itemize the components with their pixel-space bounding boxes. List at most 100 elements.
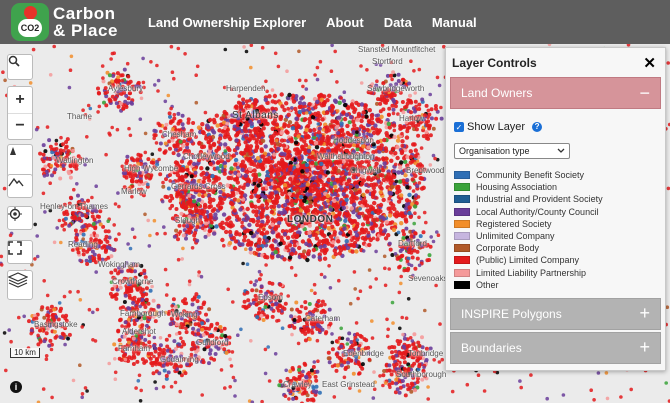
land-owner-point[interactable] bbox=[214, 113, 219, 118]
land-owner-point[interactable] bbox=[402, 355, 407, 360]
land-owner-point[interactable] bbox=[148, 356, 153, 361]
land-owner-point[interactable] bbox=[360, 366, 365, 371]
land-owner-point[interactable] bbox=[398, 165, 403, 170]
land-owner-point[interactable] bbox=[207, 361, 211, 366]
land-owner-point[interactable] bbox=[290, 202, 295, 208]
land-owner-point[interactable] bbox=[317, 324, 322, 329]
land-owner-point[interactable] bbox=[313, 374, 318, 379]
land-owner-point[interactable] bbox=[208, 161, 213, 167]
land-owner-point[interactable] bbox=[294, 300, 299, 305]
land-owner-point[interactable] bbox=[390, 350, 394, 355]
land-owner-point[interactable] bbox=[201, 130, 206, 136]
land-owner-point[interactable] bbox=[407, 192, 412, 198]
land-owner-point[interactable] bbox=[388, 191, 394, 196]
land-owner-point[interactable] bbox=[410, 255, 415, 260]
land-owner-point[interactable] bbox=[276, 204, 282, 209]
land-owner-point[interactable] bbox=[269, 166, 274, 171]
land-owner-point[interactable] bbox=[427, 112, 432, 117]
land-owner-point[interactable] bbox=[260, 154, 265, 159]
land-owner-point[interactable] bbox=[345, 337, 350, 342]
land-owner-point[interactable] bbox=[178, 364, 183, 369]
land-owner-point[interactable] bbox=[199, 166, 204, 171]
land-owner-point[interactable] bbox=[282, 306, 287, 311]
land-owner-point[interactable] bbox=[38, 151, 43, 156]
land-owner-point[interactable] bbox=[412, 142, 417, 147]
land-owner-point[interactable] bbox=[429, 107, 434, 112]
land-owner-point[interactable] bbox=[130, 178, 134, 183]
land-owner-point[interactable] bbox=[348, 115, 354, 120]
land-owner-point[interactable] bbox=[307, 230, 312, 235]
land-owner-point[interactable] bbox=[339, 344, 344, 349]
land-owner-point[interactable] bbox=[312, 183, 317, 189]
land-owner-point[interactable] bbox=[283, 301, 288, 306]
land-owner-point[interactable] bbox=[126, 74, 131, 79]
land-owner-point[interactable] bbox=[227, 229, 233, 235]
land-owner-point[interactable] bbox=[141, 56, 145, 61]
land-owner-point[interactable] bbox=[228, 220, 233, 225]
land-owner-point[interactable] bbox=[319, 179, 324, 185]
land-owner-point[interactable] bbox=[255, 315, 260, 320]
land-owner-point[interactable] bbox=[356, 160, 361, 166]
land-owner-point[interactable] bbox=[235, 146, 240, 151]
land-owner-point[interactable] bbox=[195, 238, 200, 243]
land-owner-point[interactable] bbox=[307, 102, 312, 107]
land-owner-point[interactable] bbox=[157, 346, 162, 351]
land-owner-point[interactable] bbox=[293, 140, 299, 145]
land-owner-point[interactable] bbox=[279, 151, 285, 156]
land-owner-point[interactable] bbox=[401, 125, 406, 129]
land-owner-point[interactable] bbox=[361, 125, 366, 131]
land-owner-point[interactable] bbox=[180, 113, 185, 118]
land-owner-point[interactable] bbox=[354, 100, 359, 106]
land-owner-point[interactable] bbox=[388, 247, 393, 252]
land-owner-point[interactable] bbox=[234, 138, 239, 143]
land-owner-point[interactable] bbox=[305, 205, 310, 210]
land-owner-point[interactable] bbox=[300, 169, 305, 174]
land-owner-point[interactable] bbox=[398, 124, 403, 128]
land-owner-point[interactable] bbox=[294, 129, 300, 134]
land-owner-point[interactable] bbox=[114, 296, 119, 301]
land-owner-point[interactable] bbox=[238, 207, 243, 212]
land-owner-point[interactable] bbox=[42, 339, 47, 344]
land-owner-point[interactable] bbox=[81, 252, 86, 257]
land-owner-point[interactable] bbox=[31, 47, 36, 52]
land-owner-point[interactable] bbox=[295, 179, 300, 184]
land-owner-point[interactable] bbox=[327, 93, 332, 98]
land-owner-point[interactable] bbox=[381, 373, 386, 378]
land-owner-point[interactable] bbox=[122, 300, 127, 304]
land-owner-point[interactable] bbox=[355, 332, 360, 337]
land-owner-point[interactable] bbox=[405, 129, 410, 134]
land-owner-point[interactable] bbox=[267, 280, 272, 285]
land-owner-point[interactable] bbox=[119, 357, 124, 362]
land-owner-point[interactable] bbox=[378, 209, 383, 214]
land-owner-point[interactable] bbox=[287, 191, 292, 196]
land-owner-point[interactable] bbox=[360, 362, 365, 367]
land-owner-point[interactable] bbox=[126, 242, 130, 246]
land-owner-point[interactable] bbox=[234, 177, 239, 182]
land-owner-point[interactable] bbox=[400, 379, 405, 383]
land-owner-point[interactable] bbox=[186, 117, 191, 122]
land-owner-point[interactable] bbox=[193, 170, 198, 175]
land-owner-point[interactable] bbox=[234, 231, 239, 237]
land-owner-point[interactable] bbox=[235, 121, 240, 126]
land-owner-point[interactable] bbox=[164, 337, 169, 342]
land-owner-point[interactable] bbox=[214, 224, 219, 229]
land-owner-point[interactable] bbox=[242, 234, 248, 239]
land-owner-point[interactable] bbox=[305, 192, 310, 197]
land-owner-point[interactable] bbox=[158, 343, 163, 348]
land-owner-point[interactable] bbox=[229, 193, 234, 198]
land-owner-point[interactable] bbox=[76, 193, 80, 198]
land-owner-point[interactable] bbox=[96, 86, 100, 91]
land-owner-point[interactable] bbox=[326, 137, 331, 142]
land-owner-point[interactable] bbox=[174, 207, 179, 211]
land-owner-point[interactable] bbox=[101, 79, 106, 84]
land-owner-point[interactable] bbox=[395, 186, 400, 191]
land-owner-point[interactable] bbox=[285, 235, 291, 240]
land-owner-point[interactable] bbox=[370, 194, 376, 200]
land-owner-point[interactable] bbox=[302, 198, 307, 203]
land-owner-point[interactable] bbox=[205, 318, 210, 323]
land-owner-point[interactable] bbox=[407, 211, 412, 216]
land-owner-point[interactable] bbox=[209, 322, 214, 327]
land-owner-point[interactable] bbox=[196, 322, 201, 326]
land-owner-point[interactable] bbox=[212, 231, 217, 236]
land-owner-point[interactable] bbox=[337, 115, 342, 120]
